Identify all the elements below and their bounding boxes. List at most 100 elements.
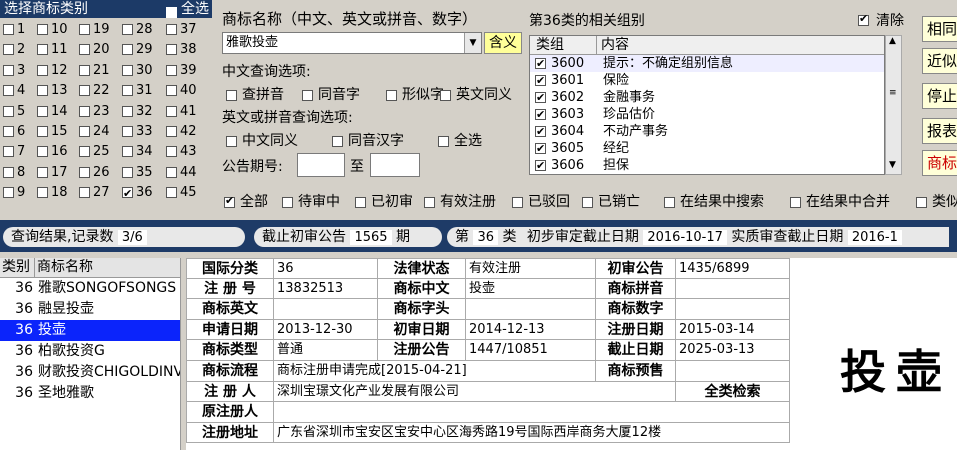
class-checkbox[interactable] bbox=[37, 166, 48, 178]
class-item-39[interactable]: 39 bbox=[166, 61, 197, 81]
class-checkbox[interactable] bbox=[79, 126, 90, 137]
results-list[interactable]: 类别 商标名称 36 雅歌SONGOFSONGS 36 融昱投壶 36 投壶 36 柏歌投资G… bbox=[0, 258, 181, 450]
group-checkbox[interactable] bbox=[535, 106, 546, 123]
option-cn_options-3[interactable]: 英文同义 bbox=[440, 84, 512, 104]
trademark-name-input[interactable]: 雅歌投壶 ▼ bbox=[222, 32, 482, 54]
class-checkbox[interactable] bbox=[166, 105, 177, 117]
class-item-21[interactable]: 21 bbox=[79, 61, 110, 81]
result-row[interactable]: 36 财歌投资CHIGOLDINV bbox=[0, 362, 180, 383]
option-cn_options-0[interactable]: 查拼音 bbox=[226, 84, 284, 104]
scroll-down-icon[interactable]: ▼ bbox=[889, 160, 896, 170]
filter-1[interactable]: 待审中 bbox=[282, 191, 340, 211]
result-row[interactable]: 36 投壶 bbox=[0, 320, 180, 341]
group-checkbox[interactable] bbox=[535, 89, 546, 106]
side-button-4[interactable]: 商标 bbox=[922, 150, 957, 176]
side-button-1[interactable]: 近似 bbox=[922, 48, 957, 74]
class-checkbox[interactable] bbox=[166, 44, 177, 56]
class-checkbox[interactable] bbox=[166, 64, 177, 76]
class-checkbox[interactable] bbox=[3, 24, 14, 35]
class-item-11[interactable]: 11 bbox=[37, 40, 68, 60]
class-checkbox[interactable] bbox=[79, 44, 90, 56]
filter-7[interactable]: 在结果中合并 bbox=[790, 191, 890, 211]
class-item-22[interactable]: 22 bbox=[79, 81, 110, 101]
filter-3[interactable]: 有效注册 bbox=[424, 191, 496, 211]
option-en_options-0[interactable]: 中文同义 bbox=[226, 130, 298, 150]
class-item-23[interactable]: 23 bbox=[79, 102, 110, 122]
class-item-28[interactable]: 28 bbox=[122, 20, 153, 40]
class-checkbox[interactable] bbox=[37, 44, 48, 56]
option-cn_options-2[interactable]: 形似字 bbox=[386, 84, 444, 104]
option-en_options-2[interactable]: 全选 bbox=[438, 130, 482, 150]
class-item-16[interactable]: 16 bbox=[37, 142, 68, 162]
class-checkbox[interactable] bbox=[3, 126, 14, 137]
class-checkbox[interactable] bbox=[166, 85, 177, 97]
class-item-17[interactable]: 17 bbox=[37, 163, 68, 183]
class-item-30[interactable]: 30 bbox=[122, 61, 153, 81]
class-checkbox[interactable] bbox=[122, 146, 133, 158]
filter-checkbox[interactable] bbox=[582, 196, 593, 208]
class-checkbox[interactable] bbox=[37, 24, 48, 35]
filter-2[interactable]: 已初审 bbox=[355, 191, 413, 211]
class-checkbox[interactable] bbox=[3, 166, 14, 178]
class-item-10[interactable]: 10 bbox=[37, 20, 68, 40]
class-item-1[interactable]: 1 bbox=[3, 20, 25, 40]
class-checkbox[interactable] bbox=[79, 24, 90, 35]
result-row[interactable]: 36 柏歌投资G bbox=[0, 341, 180, 362]
class-item-44[interactable]: 44 bbox=[166, 163, 197, 183]
class-item-2[interactable]: 2 bbox=[3, 40, 25, 60]
class-checkbox[interactable] bbox=[166, 187, 177, 199]
gazette-to-input[interactable] bbox=[370, 153, 420, 177]
class-checkbox[interactable] bbox=[122, 64, 133, 76]
result-row[interactable]: 36 雅歌SONGOFSONGS bbox=[0, 278, 180, 299]
option-checkbox[interactable] bbox=[302, 89, 313, 101]
filter-checkbox[interactable] bbox=[355, 196, 366, 208]
group-checkbox[interactable] bbox=[535, 157, 546, 174]
class-checkbox[interactable] bbox=[122, 126, 133, 137]
filter-5[interactable]: 已销亡 bbox=[582, 191, 640, 211]
class-checkbox[interactable] bbox=[79, 146, 90, 158]
option-checkbox[interactable] bbox=[386, 89, 397, 101]
class-checkbox[interactable] bbox=[3, 105, 14, 117]
group-row[interactable]: 3605 经纪 bbox=[530, 140, 884, 157]
class-checkbox[interactable] bbox=[122, 166, 133, 178]
class-checkbox[interactable] bbox=[122, 184, 133, 204]
class-checkbox[interactable] bbox=[37, 105, 48, 117]
filter-checkbox[interactable] bbox=[916, 196, 927, 208]
filter-checkbox[interactable] bbox=[424, 196, 435, 208]
select-all-checkbox[interactable] bbox=[166, 3, 177, 21]
class-item-15[interactable]: 15 bbox=[37, 122, 68, 142]
filter-checkbox[interactable] bbox=[790, 196, 801, 208]
class-checkbox[interactable] bbox=[166, 166, 177, 178]
class-checkbox[interactable] bbox=[3, 44, 14, 56]
class-checkbox[interactable] bbox=[3, 64, 14, 76]
group-list[interactable]: 类组 内容 3600 提示：不确定组别信息 3601 保险 3602 金融事务 3603 珍品… bbox=[529, 35, 885, 175]
class-item-34[interactable]: 34 bbox=[122, 142, 153, 162]
class-item-5[interactable]: 5 bbox=[3, 102, 25, 122]
class-checkbox[interactable] bbox=[122, 85, 133, 97]
class-item-40[interactable]: 40 bbox=[166, 81, 197, 101]
clear-checkbox[interactable] bbox=[858, 12, 869, 28]
group-checkbox[interactable] bbox=[535, 140, 546, 157]
class-item-38[interactable]: 38 bbox=[166, 40, 197, 60]
class-checkbox[interactable] bbox=[166, 24, 177, 35]
group-row[interactable]: 3606 担保 bbox=[530, 157, 884, 174]
class-checkbox[interactable] bbox=[37, 187, 48, 199]
class-item-45[interactable]: 45 bbox=[166, 183, 197, 203]
class-checkbox[interactable] bbox=[79, 105, 90, 117]
class-item-32[interactable]: 32 bbox=[122, 102, 153, 122]
result-row[interactable]: 36 圣地雅歌 bbox=[0, 383, 180, 404]
class-checkbox[interactable] bbox=[3, 85, 14, 97]
class-item-3[interactable]: 3 bbox=[3, 61, 25, 81]
class-checkbox[interactable] bbox=[166, 146, 177, 158]
scroll-up-icon[interactable]: ▲ bbox=[889, 36, 896, 46]
class-checkbox[interactable] bbox=[3, 146, 14, 158]
side-button-3[interactable]: 报表 bbox=[922, 118, 957, 144]
class-item-42[interactable]: 42 bbox=[166, 122, 197, 142]
class-item-14[interactable]: 14 bbox=[37, 102, 68, 122]
side-button-2[interactable]: 停止 bbox=[922, 83, 957, 109]
class-item-18[interactable]: 18 bbox=[37, 183, 68, 203]
option-en_options-1[interactable]: 同音汉字 bbox=[332, 130, 404, 150]
option-cn_options-1[interactable]: 同音字 bbox=[302, 84, 360, 104]
class-checkbox[interactable] bbox=[37, 146, 48, 158]
class-item-31[interactable]: 31 bbox=[122, 81, 153, 101]
